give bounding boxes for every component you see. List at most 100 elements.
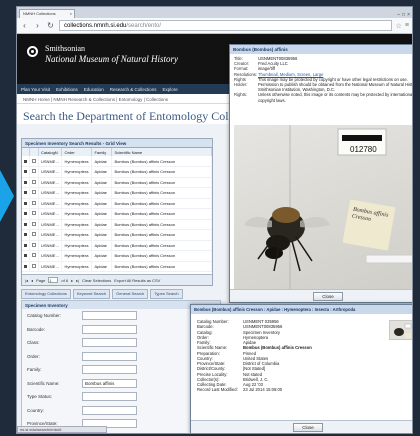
close-button[interactable]: Close (313, 291, 343, 301)
url-field[interactable]: collections.nmnh.si.edu/search/ento/ (59, 20, 392, 31)
table-row[interactable]: USNME… Hymenoptera Apidae Bombus (Bombus) a… (22, 198, 212, 209)
row-checkbox[interactable] (29, 156, 39, 167)
browser-tab[interactable]: NMNH Collections × (19, 9, 75, 18)
row-checkbox[interactable] (29, 250, 39, 262)
table-cell: Apidae (91, 198, 113, 209)
nav-item[interactable]: Plan Your Visit (21, 87, 50, 92)
last-page-icon[interactable]: ▸| (76, 278, 79, 283)
table-cell: Hymenoptera (61, 219, 93, 230)
table-row[interactable]: USNME… Hymenoptera Apidae Bombus (Bombus) a… (22, 229, 212, 241)
tab-keyword-search[interactable]: Keyword Search (72, 289, 111, 299)
metadata-key: Rights Holder: (234, 76, 248, 88)
table-cell: USNME… (38, 250, 63, 262)
field-input[interactable] (82, 324, 137, 334)
table-cell: USNME… (38, 261, 63, 272)
detail-dialog-header: Bombus (Bombus) affinis Cresson : Apidae… (191, 305, 412, 314)
page-input[interactable]: 1 (48, 277, 59, 283)
metadata-value: Unless otherwise noted, this image or it… (258, 92, 413, 103)
forward-icon[interactable]: › (33, 21, 42, 30)
table-cell: Hymenoptera (61, 250, 93, 262)
table-row[interactable]: USNME… Hymenoptera Apidae Bombus (Bombus) a… (22, 156, 212, 167)
status-bar: ns.si.edu/search/ento/# (17, 426, 107, 433)
table-cell: Bombus (Bombus) affinis Cresson (111, 187, 212, 199)
field-input[interactable] (82, 365, 137, 375)
star-icon[interactable]: ☆ (396, 22, 402, 30)
nav-item[interactable]: Research & Collections (110, 87, 157, 92)
grid-header: Specimen Inventory Search Results - Grid… (22, 139, 212, 148)
media-viewer-dialog: Bombus (Bombus) affinis ✕ Title:USNMENT0… (229, 44, 413, 303)
reload-icon[interactable]: ↻ (46, 21, 55, 30)
bumblebee-specimen-image (244, 125, 412, 290)
row-marker-icon (22, 229, 30, 241)
close-window-icon[interactable]: × (407, 12, 410, 18)
detail-dialog-title: Bombus (Bombus) affinis Cresson : Apidae… (194, 307, 356, 312)
row-checkbox[interactable] (29, 208, 39, 220)
col-header[interactable]: Scientific Name (111, 148, 212, 156)
table-row[interactable]: USNME… Hymenoptera Apidae Bombus (Bombus) a… (22, 219, 212, 230)
field-input[interactable] (82, 351, 137, 361)
field-label: Catalog Number: (27, 313, 62, 319)
table-row[interactable]: USNME… Hymenoptera Apidae Bombus (Bombus) a… (22, 250, 212, 262)
table-cell: Bombus (Bombus) affinis Cresson (111, 177, 212, 188)
prev-page-icon[interactable]: ◂ (31, 278, 33, 283)
col-header[interactable]: Order (61, 148, 93, 156)
specimen-thumbnail[interactable] (389, 320, 412, 340)
col-header[interactable]: Family (91, 148, 113, 156)
record-value: 23 Jul 2014 15:06:00 (243, 387, 283, 393)
tab-entomology-collections[interactable]: Entomology Collections (21, 289, 71, 299)
row-marker-icon (22, 156, 30, 167)
record-row: Record Last Modified: 23 Jul 2014 15:06:0… (197, 387, 412, 393)
row-checkbox[interactable] (29, 166, 39, 178)
table-row[interactable]: USNME… Hymenoptera Apidae Bombus (Bombus) a… (22, 187, 212, 199)
minimize-icon[interactable]: – (397, 12, 400, 18)
row-checkbox[interactable] (29, 261, 39, 272)
row-checkbox[interactable] (29, 219, 39, 230)
table-cell: Apidae (91, 240, 113, 251)
row-checkbox[interactable] (29, 198, 39, 209)
table-cell: USNME… (38, 219, 63, 230)
next-page-icon[interactable]: ▸ (71, 278, 73, 283)
table-cell: Bombus (Bombus) affinis Cresson (111, 156, 212, 167)
url-host: collections.nmnh.si.edu (64, 23, 127, 29)
row-checkbox[interactable] (29, 240, 39, 251)
row-checkbox[interactable] (29, 187, 39, 199)
table-row[interactable]: USNME… Hymenoptera Apidae Bombus (Bombus) a… (22, 177, 212, 188)
row-checkbox[interactable] (29, 177, 39, 188)
clear-selections-button[interactable]: Clear Selections (82, 278, 111, 283)
table-cell: Bombus (Bombus) affinis Cresson (111, 208, 212, 220)
row-checkbox[interactable] (29, 229, 39, 241)
close-button[interactable]: Close (293, 422, 323, 432)
maximize-icon[interactable]: □ (402, 12, 405, 18)
nav-item[interactable]: Education (84, 87, 104, 92)
specimen-number-label: 012780 (350, 145, 377, 154)
export-csv-button[interactable]: Export All Results as CSV (114, 278, 160, 283)
first-page-icon[interactable]: |◂ (25, 278, 28, 283)
field-label: Order: (27, 353, 40, 359)
field-input[interactable]: Bombus affinis (82, 378, 137, 388)
table-row[interactable]: USNME… Hymenoptera Apidae Bombus (Bombus) a… (22, 208, 212, 220)
table-cell: Bombus (Bombus) affinis Cresson (111, 219, 212, 230)
field-input[interactable] (82, 405, 137, 415)
table-cell: Apidae (91, 156, 113, 167)
table-row[interactable]: USNME… Hymenoptera Apidae Bombus (Bombus) a… (22, 166, 212, 178)
back-icon[interactable]: ‹ (20, 21, 29, 30)
col-header[interactable]: CatalogN (38, 148, 63, 156)
field-input[interactable] (82, 392, 137, 402)
close-tab-icon[interactable]: × (70, 10, 72, 18)
field-input[interactable] (82, 311, 137, 321)
field-input[interactable] (82, 338, 137, 348)
table-cell: Bombus (Bombus) affinis Cresson (111, 166, 212, 178)
tab-types-search[interactable]: Types Search (150, 289, 183, 299)
row-marker-icon (22, 208, 30, 220)
table-cell: Apidae (91, 187, 113, 199)
metadata-key: Rights: (234, 92, 248, 98)
table-row[interactable]: USNME… Hymenoptera Apidae Bombus (Bombus) a… (22, 261, 212, 272)
nav-item[interactable]: Exhibitions (56, 87, 78, 92)
table-row[interactable]: USNME… Hymenoptera Apidae Bombus (Bombus) a… (22, 240, 212, 251)
table-cell: Hymenoptera (61, 187, 93, 199)
nav-item[interactable]: Explore (163, 87, 178, 92)
tab-general-search[interactable]: General Search (112, 289, 149, 299)
menu-icon[interactable]: ≡ (405, 22, 409, 30)
row-marker-icon (22, 250, 30, 262)
table-cell: USNME… (38, 229, 63, 241)
